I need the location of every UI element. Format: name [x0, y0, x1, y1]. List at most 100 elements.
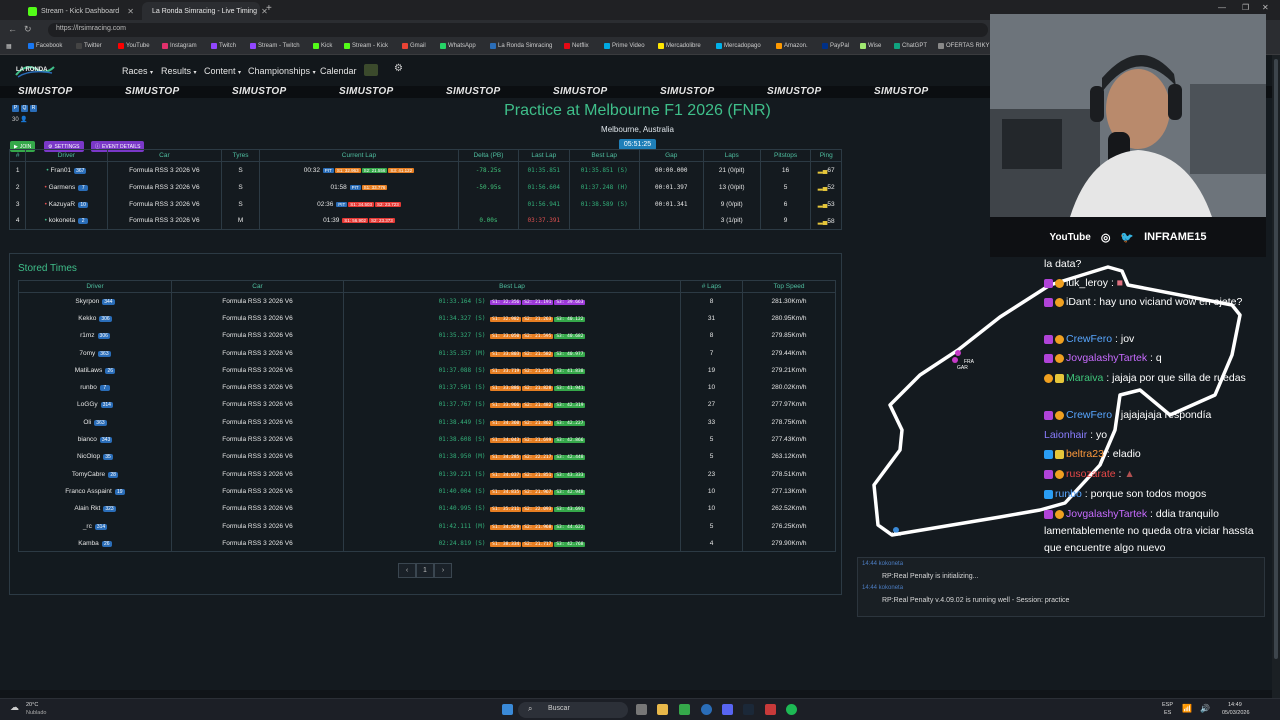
- bookmark-netflix[interactable]: Netflix: [564, 43, 589, 49]
- bookmark-mercadopago[interactable]: Mercadopago: [716, 43, 761, 49]
- clock-time[interactable]: 14:49: [1228, 702, 1242, 708]
- table-row[interactable]: LoGGy 314 Formula RSS 3 2026 V6 01:37.767 (…: [18, 396, 836, 414]
- nav-calendar[interactable]: Calendar: [320, 66, 357, 76]
- delta: 0.00s: [457, 212, 519, 230]
- table-row[interactable]: bianco 343 Formula RSS 3 2026 V6 01:38.608 …: [18, 430, 836, 449]
- sponsor-logo: SIMUSTOP: [767, 86, 822, 97]
- new-tab-icon[interactable]: +: [266, 3, 272, 14]
- table-row[interactable]: Skyrpon 344 Formula RSS 3 2026 V6 01:33.164…: [18, 292, 836, 310]
- tab-kick-dashboard[interactable]: Stream - Kick Dashboard ✕: [22, 2, 140, 20]
- reload-icon[interactable]: ↻: [24, 24, 32, 35]
- nav-content[interactable]: Content ▾: [204, 66, 241, 76]
- top-speed: 279.44Km/h: [742, 344, 836, 362]
- page-scrollbar[interactable]: [1272, 55, 1280, 698]
- table-row[interactable]: _rc 314 Formula RSS 3 2026 V6 01:42.111 (M)…: [18, 517, 836, 535]
- table-row[interactable]: 1 • Fran01 367 Formula RSS 3 2026 V6 S 00…: [8, 161, 842, 179]
- task-view-icon[interactable]: [636, 704, 647, 715]
- gift-badge-icon: [1055, 509, 1064, 519]
- partner-logo[interactable]: [364, 64, 378, 76]
- wifi-icon[interactable]: 📶: [1182, 704, 1192, 713]
- taskbar-search[interactable]: ⌕ Buscar: [518, 702, 628, 718]
- bookmark-gmail[interactable]: Gmail: [402, 43, 426, 49]
- table-row[interactable]: MatiLaws 26 Formula RSS 3 2026 V6 01:37.088…: [18, 361, 836, 379]
- car-number: 35: [103, 454, 114, 461]
- bookmark-mercadolibre[interactable]: Mercadolibre: [658, 43, 701, 49]
- gap: 00:00.000: [638, 161, 704, 179]
- bookmark-prime-video[interactable]: Prime Video: [604, 43, 645, 49]
- bookmark-paypal[interactable]: PayPal: [822, 43, 849, 49]
- car-name: Formula RSS 3 2026 V6: [171, 482, 344, 501]
- bookmark-kick[interactable]: Kick: [313, 43, 332, 49]
- bookmark-chatgpt[interactable]: ChatGPT: [894, 43, 927, 49]
- nav-championships[interactable]: Championships ▾: [248, 66, 316, 76]
- bookmark-twitch[interactable]: Twitch: [211, 43, 236, 49]
- best-lap: 01:38.589 (S): [568, 195, 640, 213]
- table-row[interactable]: Kekko 306 Formula RSS 3 2026 V6 01:34.327 (…: [18, 309, 836, 328]
- back-icon[interactable]: ←: [8, 24, 17, 34]
- url-field[interactable]: https://lrsimracing.com: [48, 23, 988, 37]
- windows-taskbar: ☁ 20°C Nublado ⌕ Buscar ESP ES 📶 🔊 14:49…: [0, 698, 1280, 720]
- bookmark-instagram[interactable]: Instagram: [162, 43, 197, 49]
- edge-icon[interactable]: [701, 704, 712, 715]
- table-row[interactable]: 4 • kokoneta 2 Formula RSS 3 2026 V6 M 01…: [8, 212, 842, 230]
- app-icon[interactable]: [765, 704, 776, 715]
- close-window-icon[interactable]: ✕: [1262, 3, 1269, 12]
- page-number-button[interactable]: 1: [416, 563, 434, 578]
- maximize-icon[interactable]: ❐: [1242, 3, 1249, 12]
- volume-icon[interactable]: 🔊: [1200, 704, 1210, 713]
- bookmark-stream-twitch[interactable]: Stream - Twitch: [250, 43, 300, 49]
- table-row[interactable]: 2 • Garmens 7 Formula RSS 3 2026 V6 S 01:…: [8, 178, 842, 196]
- nav-races[interactable]: Races ▾: [122, 66, 153, 76]
- bookmark-stream-kick[interactable]: Stream - Kick: [344, 43, 388, 49]
- steam-icon[interactable]: [743, 704, 754, 715]
- bookmark-ofertas[interactable]: OFERTAS RIKY S: [938, 43, 995, 49]
- bookmark-whatsapp[interactable]: WhatsApp: [440, 43, 476, 49]
- car-number: 7: [78, 184, 89, 191]
- clock-date[interactable]: 05/03/2026: [1222, 710, 1250, 716]
- car-number: 314: [100, 402, 113, 409]
- table-row[interactable]: TomyCabre 28 Formula RSS 3 2026 V6 01:39.22…: [18, 465, 836, 483]
- next-page-button[interactable]: ›: [434, 563, 452, 578]
- spotify-icon[interactable]: [786, 704, 797, 715]
- table-row[interactable]: Franco Asspaint 19 Formula RSS 3 2026 V6 01…: [18, 482, 836, 501]
- windows-start-icon[interactable]: [502, 704, 513, 715]
- language-indicator[interactable]: ESP: [1162, 702, 1173, 708]
- minimize-icon[interactable]: —: [1218, 3, 1226, 12]
- car-name: Formula RSS 3 2026 V6: [171, 534, 344, 552]
- nav-results[interactable]: Results ▾: [161, 66, 197, 76]
- tab-live-timing[interactable]: La Ronda Simracing - Live Timing ✕: [142, 2, 268, 20]
- gear-icon[interactable]: ⚙: [394, 63, 403, 74]
- table-row[interactable]: Alain Rkt 323 Formula RSS 3 2026 V6 01:40.9…: [18, 500, 836, 518]
- logo-text: LA RONDA: [16, 67, 48, 73]
- table-row[interactable]: NicOlop 35 Formula RSS 3 2026 V6 01:38.950 …: [18, 448, 836, 466]
- bookmark-laronda[interactable]: La Ronda Simracing: [490, 43, 552, 49]
- table-row[interactable]: runbo 7 Formula RSS 3 2026 V6 01:37.501 (S)…: [18, 378, 836, 397]
- signal-icon: ▂▄: [817, 184, 828, 191]
- car-number: 26: [101, 540, 112, 547]
- bookmark-amazon[interactable]: Amazon.: [776, 43, 808, 49]
- car-number: 19: [114, 488, 125, 495]
- lap-count: 4: [680, 534, 743, 552]
- table-row[interactable]: 7omy 363 Formula RSS 3 2026 V6 01:35.357 (M…: [18, 344, 836, 362]
- file-explorer-icon[interactable]: [657, 704, 668, 715]
- top-speed: 276.25Km/h: [742, 517, 836, 535]
- close-icon[interactable]: ✕: [127, 7, 134, 16]
- chat-message: beltra23 : eladio: [1044, 446, 1266, 463]
- bookmark-twitter[interactable]: Twitter: [76, 43, 102, 49]
- lap-count: 5: [680, 448, 743, 466]
- table-row[interactable]: Oli 363 Formula RSS 3 2026 V6 01:38.449 (S)…: [18, 413, 836, 431]
- table-row[interactable]: 3 • KazuyaR 10 Formula RSS 3 2026 V6 S 02…: [8, 195, 842, 213]
- discord-icon[interactable]: [722, 704, 733, 715]
- col-header: Ping: [810, 149, 842, 162]
- apps-icon[interactable]: ▦: [6, 43, 12, 50]
- table-row[interactable]: Kamba 26 Formula RSS 3 2026 V6 02:24.819 (S…: [18, 534, 836, 552]
- chrome-icon[interactable]: [679, 704, 690, 715]
- bookmark-youtube[interactable]: YouTube: [118, 43, 150, 49]
- site-logo[interactable]: LA RONDA: [14, 61, 56, 81]
- table-row[interactable]: r1mz 306 Formula RSS 3 2026 V6 01:35.327 (S…: [18, 327, 836, 345]
- weather-icon[interactable]: ☁: [10, 702, 19, 713]
- prev-page-button[interactable]: ‹: [398, 563, 416, 578]
- scrollbar-thumb[interactable]: [1274, 59, 1278, 659]
- bookmark-facebook[interactable]: Facebook: [28, 43, 62, 49]
- bookmark-wise[interactable]: Wise: [860, 43, 881, 49]
